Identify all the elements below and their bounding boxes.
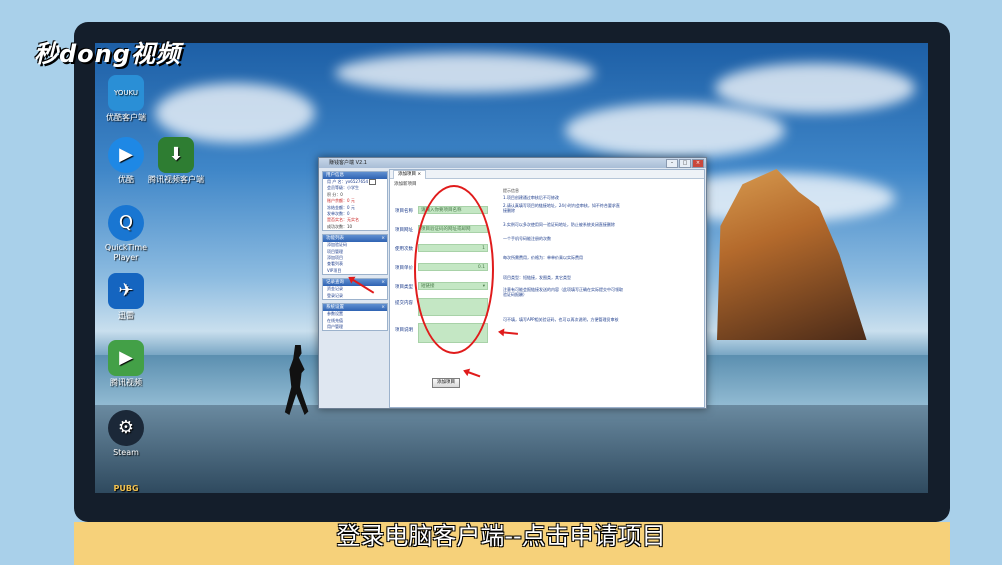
desktop-icon-youku-client[interactable]: YOUKU 优酷客户端: [96, 75, 156, 123]
collapse-icon: ×: [381, 305, 385, 311]
desktop-icon-quicktime[interactable]: Q QuickTime Player: [96, 205, 156, 263]
subtitle-caption: 登录电脑客户端--点击申请项目: [336, 522, 666, 550]
user-info-panel: 用户信息 用 户 名：yx6527654 会员等级：小学生 积 分：0 账户余额…: [322, 171, 388, 232]
desktop-icon-tencent-video[interactable]: ▶ 腾讯视频: [96, 340, 156, 388]
close-button[interactable]: ×: [692, 159, 704, 168]
window-titlebar[interactable]: 赚钱客户端 V2.1 – □ ×: [319, 158, 706, 168]
desktop-icon-tencent-client[interactable]: ⬇ 腾讯视频客户端: [146, 137, 206, 185]
hint-line: 可不填，填写APP相关验证码，也可以再次说明，方便管理员审核: [503, 317, 619, 322]
desktop-icon-label: 腾讯视频客户端: [148, 175, 204, 184]
maximize-button[interactable]: □: [679, 159, 691, 168]
hint-line: 一个手机号码能注册的次数: [503, 236, 551, 241]
desktop-icon-label: PUBG: [113, 484, 139, 493]
window-title: 赚钱客户端 V2.1: [329, 160, 367, 166]
panel-header[interactable]: 系统设置 ×: [323, 304, 387, 312]
field-label-price: 项目单价: [395, 266, 413, 271]
desktop-icon-label: 优酷客户端: [106, 113, 146, 122]
field-label-content: 提交内容: [395, 301, 413, 306]
settings-panel: 系统设置 × 参数设置 在线充值 用户管理: [322, 303, 388, 332]
field-label-name: 项目名称: [395, 209, 413, 214]
youku-folder-icon: YOUKU: [108, 75, 144, 111]
sidebar: 用户信息 用 户 名：yx6527654 会员等级：小学生 积 分：0 账户余额…: [322, 171, 388, 405]
menu-item-user-manage[interactable]: 用户管理: [323, 324, 387, 330]
desktop-icon-steam[interactable]: ⚙ Steam: [96, 410, 156, 458]
download-icon: ⬇: [158, 137, 194, 173]
hint-line: 项目类型：短链接，发图类，其它类型: [503, 275, 571, 280]
user-row-success: 成功次数：10: [327, 223, 353, 229]
hint-line: 3.实例可以多次使用同一验证码地址，防止被系统关闭直接删除: [503, 222, 615, 227]
quicktime-icon: Q: [108, 205, 144, 241]
hint-line: 1.项目创建通过审核后不可修改: [503, 195, 559, 200]
watermark-logo: 秒dong视频: [34, 40, 181, 68]
field-label-count: 使用次数: [395, 247, 413, 252]
collapse-icon: ×: [381, 280, 385, 286]
desktop-icon-label: QuickTime Player: [104, 243, 148, 262]
section-title: 添加新项目: [394, 182, 417, 187]
hint-line: 每次所需费用，价格为：单单价乘以实际费用: [503, 255, 583, 260]
tab-bar: 添加项目 ×: [390, 170, 704, 179]
play-icon: ▶: [108, 137, 144, 173]
highlight-ellipse: [414, 185, 494, 354]
field-label-desc: 项目说明: [395, 328, 413, 333]
desktop-icon-label: 腾讯视频: [110, 378, 142, 387]
app-window: 赚钱客户端 V2.1 – □ × 用户信息 用 户 名：yx6527654 会员…: [318, 157, 707, 409]
beach: [95, 405, 928, 493]
id-icon[interactable]: [369, 179, 377, 185]
hint-line: 2.请认真填写项目的链接地址，24小时内会审核，如不符合要求直接删除: [503, 203, 620, 214]
steam-icon: ⚙: [108, 410, 144, 446]
field-label-url: 项目网址: [395, 228, 413, 233]
hint-line: 注意有可能会报链接发送的内容（此项填写正确在实际提交中可领取验证码报酬）: [503, 287, 623, 298]
desktop-icon-xunlei[interactable]: ✈ 迅雷: [96, 273, 156, 321]
add-project-button[interactable]: 添加项目: [432, 378, 460, 388]
hint-title: 提示信息: [503, 188, 519, 193]
menu-item-vip-project[interactable]: VIP项目: [323, 268, 387, 274]
collapse-icon: ×: [381, 236, 385, 242]
function-panel: 功能列表 × 添加验证码 项目管理 添加项目 查看列表 VIP项目: [322, 234, 388, 276]
field-label-type: 项目类型: [395, 285, 413, 290]
play-icon: ▶: [108, 340, 144, 376]
panel-header[interactable]: 功能列表 ×: [323, 235, 387, 243]
bird-icon: ✈: [108, 273, 144, 309]
desktop-icon-label: 迅雷: [118, 311, 134, 320]
tab-add-project[interactable]: 添加项目 ×: [393, 170, 427, 179]
desktop-icon-pubg[interactable]: PUBG: [96, 484, 156, 493]
desktop-icon-label: Steam: [113, 448, 139, 457]
menu-item-login-records[interactable]: 登录记录: [323, 293, 387, 299]
minimize-button[interactable]: –: [666, 159, 678, 168]
panel-header: 用户信息: [323, 172, 387, 179]
